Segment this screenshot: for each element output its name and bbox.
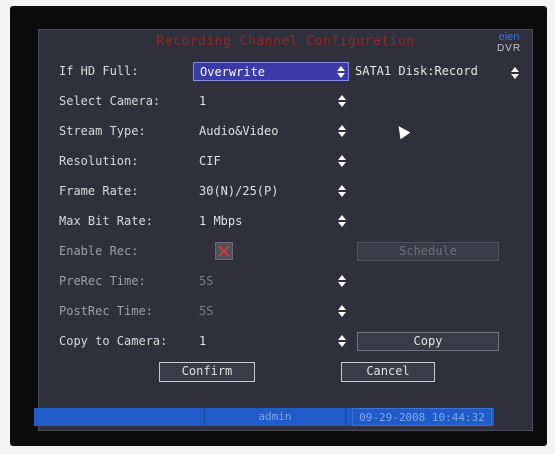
postrec-time-value: 5S — [199, 304, 214, 318]
confirm-button[interactable]: Confirm — [159, 362, 255, 382]
up-down-arrows-icon[interactable] — [338, 125, 346, 137]
enable-rec-label: Enable Rec: — [59, 244, 139, 258]
schedule-button[interactable]: Schedule — [357, 242, 499, 261]
max-bit-rate-select[interactable]: 1 Mbps — [193, 212, 349, 231]
up-down-arrows-icon[interactable] — [511, 67, 519, 79]
prerec-time-value: 5S — [199, 274, 214, 288]
prerec-time-select[interactable]: 5S — [193, 272, 349, 291]
resolution-value: CIF — [199, 154, 221, 168]
select-camera-label: Select Camera: — [59, 94, 161, 108]
select-camera-select[interactable]: 1 — [193, 92, 349, 111]
up-down-arrows-icon[interactable] — [338, 215, 346, 227]
disk-label: SATA1 Disk: — [355, 64, 435, 78]
recording-config-dialog: Recording Channel Configuration eien DVR… — [38, 29, 533, 431]
up-down-arrows-icon[interactable] — [338, 95, 346, 107]
copy-to-camera-value: 1 — [199, 334, 207, 348]
up-down-arrows-icon[interactable] — [338, 155, 346, 167]
resolution-label: Resolution: — [59, 154, 139, 168]
dialog-title: Recording Channel Configuration — [156, 34, 415, 49]
logo-text-bottom: DVR — [496, 43, 522, 54]
disk-value: Record — [434, 64, 478, 78]
copy-to-camera-select[interactable]: 1 — [193, 332, 349, 351]
up-down-arrows-icon[interactable] — [338, 185, 346, 197]
postrec-time-select[interactable]: 5S — [193, 302, 349, 321]
hd-full-select[interactable]: Overwrite — [193, 62, 349, 81]
copy-to-camera-label: Copy to Camera: — [59, 334, 168, 348]
brand-logo: eien DVR — [492, 31, 526, 55]
status-bar: admin 09-29-2008 10:44:32 — [34, 408, 494, 426]
logo-text-top: eien — [498, 31, 520, 43]
mouse-pointer-icon — [393, 122, 411, 140]
status-datetime: 09-29-2008 10:44:32 — [352, 408, 492, 426]
stream-type-label: Stream Type: — [59, 124, 146, 138]
frame-rate-label: Frame Rate: — [59, 184, 139, 198]
hd-full-value: Overwrite — [200, 65, 266, 79]
enable-rec-checkbox[interactable] — [215, 242, 233, 260]
dvr-screen: Recording Channel Configuration eien DVR… — [10, 6, 547, 446]
x-mark-icon — [218, 245, 230, 257]
frame-rate-value: 30(N)/25(P) — [199, 184, 279, 198]
max-bit-rate-value: 1 Mbps — [199, 214, 243, 228]
hd-full-label: If HD Full: — [59, 64, 139, 78]
up-down-arrows-icon[interactable] — [338, 305, 346, 317]
status-user: admin — [204, 408, 346, 426]
disk-status[interactable]: SATA1 Disk:Record — [355, 64, 478, 78]
up-down-arrows-icon[interactable] — [338, 275, 346, 287]
max-bit-rate-label: Max Bit Rate: — [59, 214, 153, 228]
cancel-button[interactable]: Cancel — [341, 362, 435, 382]
stream-type-select[interactable]: Audio&Video — [193, 122, 349, 141]
up-down-arrows-icon[interactable] — [337, 66, 345, 78]
up-down-arrows-icon[interactable] — [338, 335, 346, 347]
postrec-time-label: PostRec Time: — [59, 304, 153, 318]
resolution-select[interactable]: CIF — [193, 152, 349, 171]
frame-rate-select[interactable]: 30(N)/25(P) — [193, 182, 349, 201]
select-camera-value: 1 — [199, 94, 207, 108]
prerec-time-label: PreRec Time: — [59, 274, 146, 288]
copy-button[interactable]: Copy — [357, 332, 499, 351]
stream-type-value: Audio&Video — [199, 124, 279, 138]
